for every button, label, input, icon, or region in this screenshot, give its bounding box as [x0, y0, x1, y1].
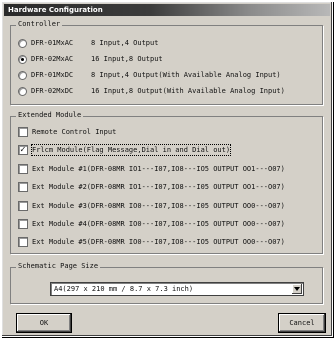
controller-model-desc: 16 Input,8 Output(With Available Analog … [91, 87, 285, 95]
hardware-configuration-dialog: Hardware Configuration Controller DFR-01… [1, 1, 333, 337]
radio-button[interactable] [18, 70, 27, 80]
controller-model-name: DFR-02MxAC [31, 55, 74, 63]
controller-model-name: DFR-01MxDC [31, 71, 74, 79]
checkbox-label: Ext Module #5(DFR-08MR IO0---I07,IO8---I… [32, 238, 285, 246]
controller-model-desc: 8 Input,4 Output(With Available Analog I… [91, 71, 281, 79]
remote-control-input-checkbox[interactable]: Remote Control Input [18, 127, 116, 137]
ext-module-4-checkbox[interactable]: Ext Module #4(DFR-08MR IO0---I07,IO8---I… [18, 219, 285, 229]
ext-module-1-checkbox[interactable]: Ext Module #1(DFR-08MR IO1---I07,IO8---I… [18, 164, 285, 174]
checkbox-label: Frlcm Module(Flag Message,Dial in and Di… [30, 144, 232, 156]
checkbox[interactable] [18, 219, 28, 229]
checkbox[interactable] [18, 237, 28, 247]
schematic-page-size-legend: Schematic Page Size [16, 262, 101, 271]
controller-option-02mxac[interactable]: DFR-02MxAC 16 Input,8 Output [18, 54, 163, 64]
ext-module-5-checkbox[interactable]: Ext Module #5(DFR-08MR IO0---I07,IO8---I… [18, 237, 285, 247]
window-title: Hardware Configuration [8, 6, 103, 14]
checkbox[interactable] [18, 127, 28, 137]
controller-model-desc: 16 Input,8 Output [91, 55, 163, 63]
extended-module-legend: Extended Module [16, 111, 84, 120]
radio-button-selected[interactable] [18, 54, 27, 64]
controller-model-name: DFR-01MxAC [31, 39, 74, 47]
extended-module-group: Extended Module Remote Control Input ✓ F… [10, 111, 323, 254]
radio-button[interactable] [18, 38, 27, 48]
controller-legend: Controller [16, 20, 63, 29]
controller-option-01mxdc[interactable]: DFR-01MxDC 8 Input,4 Output(With Availab… [18, 70, 281, 80]
frlcm-module-checkbox[interactable]: ✓ Frlcm Module(Flag Message,Dial in and … [18, 144, 232, 156]
checkbox-label: Ext Module #1(DFR-08MR IO1---I07,IO8---I… [32, 165, 285, 173]
ext-module-3-checkbox[interactable]: Ext Module #3(DFR-08MR IO0---I07,IO8---I… [18, 201, 285, 211]
checkbox-label: Ext Module #4(DFR-08MR IO0---I07,IO8---I… [32, 220, 285, 228]
chevron-down-icon[interactable] [292, 284, 302, 294]
checkbox[interactable] [18, 182, 28, 192]
controller-model-name: DFR-02MxDC [31, 87, 74, 95]
page-size-selected-value: A4(297 x 210 mm / 8.7 x 7.3 inch) [54, 285, 194, 293]
schematic-page-size-group: Schematic Page Size A4(297 x 210 mm / 8.… [10, 262, 323, 304]
checkbox-label: Remote Control Input [32, 128, 117, 136]
checkbox-label: Ext Module #2(DFR-08MR IO1---I07,IO8---I… [32, 183, 285, 191]
checkbox[interactable] [18, 201, 28, 211]
checkbox-checked[interactable]: ✓ [18, 145, 28, 155]
page-size-dropdown[interactable]: A4(297 x 210 mm / 8.7 x 7.3 inch) [50, 282, 304, 296]
ok-button[interactable]: OK [16, 313, 72, 333]
ext-module-2-checkbox[interactable]: Ext Module #2(DFR-08MR IO1---I07,IO8---I… [18, 182, 285, 192]
checkbox-label: Ext Module #3(DFR-08MR IO0---I07,IO8---I… [32, 202, 285, 210]
controller-option-02mxdc[interactable]: DFR-02MxDC 16 Input,8 Output(With Availa… [18, 86, 285, 96]
controller-option-01mxac[interactable]: DFR-01MxAC 8 Input,4 Output [18, 38, 158, 48]
radio-button[interactable] [18, 86, 27, 96]
checkbox[interactable] [18, 164, 28, 174]
cancel-button[interactable]: Cancel [278, 313, 326, 333]
controller-model-desc: 8 Input,4 Output [91, 39, 159, 47]
controller-group: Controller DFR-01MxAC 8 Input,4 Output D… [10, 20, 323, 105]
title-bar[interactable]: Hardware Configuration [4, 4, 330, 16]
